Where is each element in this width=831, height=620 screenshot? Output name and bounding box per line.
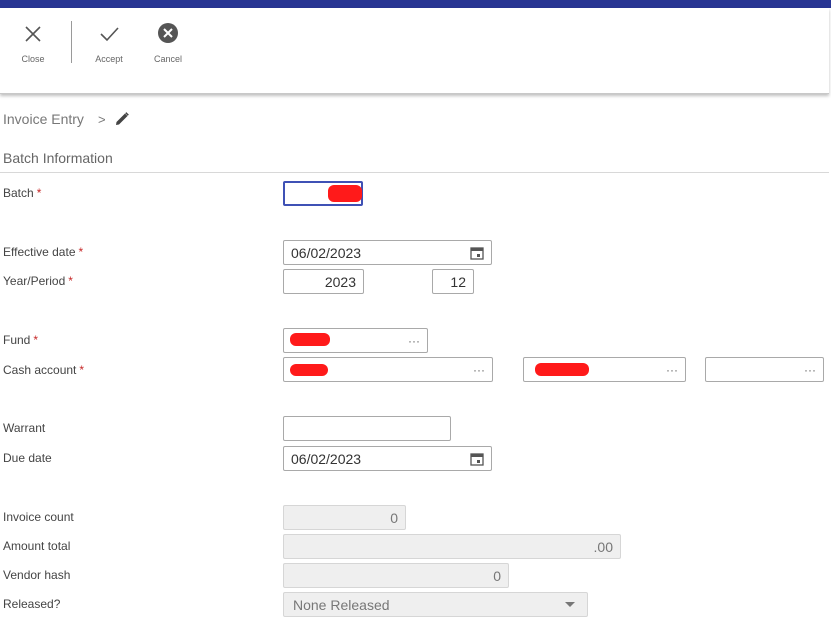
cash-account-sub-input[interactable]: ··· bbox=[705, 357, 824, 382]
batch-label-text: Batch bbox=[3, 186, 34, 200]
vendor-hash-label: Vendor hash bbox=[3, 568, 70, 582]
accept-button[interactable]: Accept bbox=[79, 20, 139, 64]
chevron-down-icon bbox=[565, 602, 575, 607]
effective-date-label: Effective date * bbox=[3, 245, 83, 259]
redaction-mark bbox=[535, 363, 589, 376]
released-label: Released? bbox=[3, 597, 60, 611]
redaction-mark bbox=[290, 364, 328, 376]
effective-date-value: 06/02/2023 bbox=[291, 244, 362, 261]
amount-total-label: Amount total bbox=[3, 539, 70, 553]
amount-total-label-text: Amount total bbox=[3, 539, 71, 553]
close-button[interactable]: Close bbox=[3, 20, 63, 64]
toolbar-divider bbox=[71, 21, 72, 63]
invoice-count-field: 0 bbox=[283, 505, 406, 530]
cancel-circle-icon bbox=[158, 23, 178, 43]
fund-label: Fund * bbox=[3, 333, 38, 347]
due-date-value: 06/02/2023 bbox=[291, 450, 362, 467]
invoice-count-label: Invoice count bbox=[3, 510, 74, 524]
due-date-input[interactable]: 06/02/2023 bbox=[283, 446, 492, 471]
calendar-icon[interactable] bbox=[470, 246, 484, 260]
checkmark-icon bbox=[100, 27, 119, 42]
invoice-count-label-text: Invoice count bbox=[3, 510, 74, 524]
year-period-label-text: Year/Period bbox=[3, 274, 66, 288]
vendor-hash-label-text: Vendor hash bbox=[3, 568, 71, 582]
amount-total-value: .00 bbox=[593, 538, 613, 555]
required-mark: * bbox=[79, 363, 85, 377]
ellipsis-lookup-icon[interactable]: ··· bbox=[408, 335, 420, 347]
due-date-label: Due date bbox=[3, 451, 52, 465]
ellipsis-lookup-icon[interactable]: ··· bbox=[473, 364, 485, 376]
fund-label-text: Fund bbox=[3, 333, 31, 347]
vendor-hash-value: 0 bbox=[493, 567, 501, 584]
ellipsis-lookup-icon[interactable]: ··· bbox=[666, 364, 678, 376]
vendor-hash-field: 0 bbox=[283, 563, 509, 588]
cash-account-label: Cash account * bbox=[3, 363, 84, 377]
released-label-text: Released? bbox=[3, 597, 61, 611]
required-mark: * bbox=[33, 333, 39, 347]
required-mark: * bbox=[78, 245, 84, 259]
ellipsis-lookup-icon[interactable]: ··· bbox=[804, 364, 816, 376]
warrant-label: Warrant bbox=[3, 421, 45, 435]
due-date-label-text: Due date bbox=[3, 451, 52, 465]
breadcrumb-separator: > bbox=[97, 111, 106, 127]
breadcrumb: Invoice Entry > bbox=[3, 111, 130, 127]
year-input[interactable]: 2023 bbox=[283, 269, 364, 294]
cash-account-label-text: Cash account bbox=[3, 363, 77, 377]
cancel-button[interactable]: Cancel bbox=[138, 20, 198, 64]
app-header-bar bbox=[0, 0, 831, 8]
period-input[interactable]: 12 bbox=[432, 269, 474, 294]
required-mark: * bbox=[36, 186, 42, 200]
batch-label: Batch * bbox=[3, 186, 41, 200]
effective-date-input[interactable]: 06/02/2023 bbox=[283, 240, 492, 265]
redaction-mark bbox=[328, 185, 362, 202]
warrant-label-text: Warrant bbox=[3, 421, 46, 435]
close-label: Close bbox=[21, 54, 45, 64]
released-value: None Released bbox=[293, 596, 390, 613]
warrant-input[interactable] bbox=[283, 416, 451, 441]
effective-date-label-text: Effective date bbox=[3, 245, 76, 259]
close-icon bbox=[25, 26, 41, 42]
year-period-label: Year/Period * bbox=[3, 274, 73, 288]
invoice-count-value: 0 bbox=[390, 509, 398, 526]
breadcrumb-parent-link[interactable]: Invoice Entry bbox=[3, 111, 84, 127]
section-divider bbox=[0, 172, 829, 173]
year-value: 2023 bbox=[324, 273, 356, 290]
accept-label: Accept bbox=[95, 54, 123, 64]
released-select[interactable]: None Released bbox=[283, 592, 588, 617]
toolbar: Close Accept Cancel bbox=[0, 8, 829, 94]
required-mark: * bbox=[68, 274, 73, 288]
section-title: Batch Information bbox=[3, 150, 113, 166]
redaction-mark bbox=[290, 333, 330, 346]
amount-total-field: .00 bbox=[283, 534, 621, 559]
pencil-icon bbox=[115, 112, 129, 125]
period-value: 12 bbox=[450, 273, 466, 290]
cancel-label: Cancel bbox=[153, 54, 182, 64]
calendar-icon[interactable] bbox=[470, 452, 484, 466]
